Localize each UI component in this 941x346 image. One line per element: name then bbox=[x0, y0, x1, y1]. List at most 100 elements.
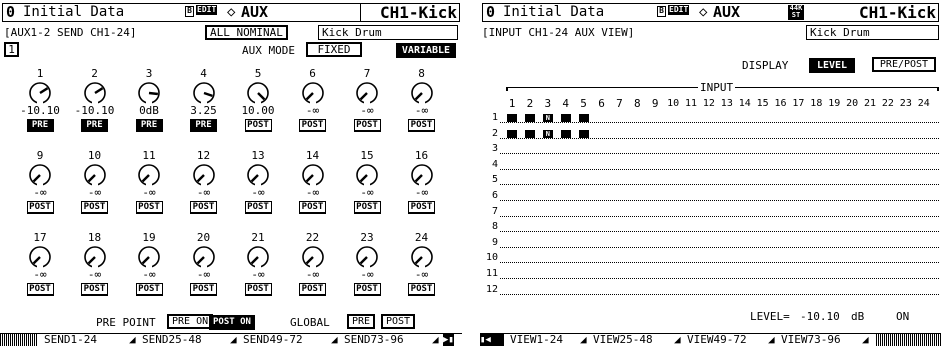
send-level-knob[interactable] bbox=[355, 163, 379, 187]
send-level-knob[interactable] bbox=[137, 163, 161, 187]
aux-row-4: 4 bbox=[491, 158, 498, 170]
send-level-knob[interactable] bbox=[192, 163, 216, 187]
send-level-knob[interactable] bbox=[301, 163, 325, 187]
active-send-cell[interactable] bbox=[578, 114, 589, 122]
active-send-cell[interactable] bbox=[560, 129, 571, 138]
pre-on-button[interactable]: PRE ON bbox=[167, 314, 214, 329]
aux-row-line[interactable] bbox=[500, 221, 939, 233]
display-level-button[interactable]: LEVEL bbox=[809, 58, 855, 73]
send-level-knob[interactable] bbox=[83, 245, 107, 269]
send-level-knob[interactable] bbox=[355, 245, 379, 269]
send-level-knob[interactable] bbox=[355, 81, 379, 105]
pre-post-button[interactable]: POST bbox=[408, 119, 435, 132]
send-level-knob[interactable] bbox=[137, 81, 161, 105]
pre-post-button[interactable]: PRE bbox=[135, 119, 163, 132]
tab-send1-24[interactable]: SEND1-24 bbox=[44, 334, 97, 346]
aux-mode-variable-button[interactable]: VARIABLE bbox=[396, 43, 456, 58]
pre-post-button[interactable]: POST bbox=[299, 283, 326, 296]
tab-send25-48[interactable]: SEND25-48 bbox=[142, 334, 202, 346]
send-level-knob[interactable] bbox=[83, 81, 107, 105]
edit-flag: EDIT bbox=[668, 5, 690, 15]
tab-scroll-left-icon[interactable]: ▮◀ bbox=[480, 334, 504, 346]
aux-row-line[interactable] bbox=[500, 237, 939, 248]
send-level-knob[interactable] bbox=[410, 163, 434, 187]
send-channel-4: 4 3.25 PRE bbox=[180, 68, 228, 132]
aux-mode-fixed-button[interactable]: FIXED bbox=[306, 42, 362, 57]
pre-post-button[interactable]: POST bbox=[135, 283, 163, 296]
display-prepost-button[interactable]: PRE/POST bbox=[872, 57, 936, 72]
aux-row-line[interactable] bbox=[500, 159, 939, 170]
send-level-knob[interactable] bbox=[246, 245, 270, 269]
pre-post-button[interactable]: POST bbox=[26, 201, 54, 214]
pre-post-button[interactable]: POST bbox=[190, 201, 217, 214]
send-level-knob[interactable] bbox=[410, 81, 434, 105]
send-level-knob[interactable] bbox=[246, 163, 270, 187]
channel-name-field[interactable]: Kick Drum bbox=[806, 25, 939, 40]
send-level-knob[interactable] bbox=[28, 245, 52, 269]
all-nominal-button[interactable]: ALL NOMINAL bbox=[205, 25, 288, 40]
send-level-knob[interactable] bbox=[83, 163, 107, 187]
send-level-knob[interactable] bbox=[246, 81, 270, 105]
pre-post-button[interactable]: POST bbox=[353, 201, 381, 214]
aux-row-line[interactable] bbox=[500, 206, 939, 217]
global-pre-button[interactable]: PRE bbox=[347, 314, 376, 329]
pre-post-button[interactable]: POST bbox=[190, 283, 217, 296]
send-level-value: 3.25 bbox=[190, 104, 217, 117]
nominal-send-cell[interactable]: N bbox=[542, 114, 553, 122]
aux-number-selector[interactable]: 1 bbox=[4, 42, 19, 57]
send-level-knob[interactable] bbox=[28, 81, 52, 105]
aux-row-line[interactable] bbox=[500, 190, 939, 201]
nominal-send-cell[interactable]: N bbox=[542, 129, 553, 138]
pre-post-button[interactable]: PRE bbox=[190, 119, 217, 132]
active-send-cell[interactable] bbox=[524, 129, 535, 138]
active-send-cell[interactable] bbox=[507, 129, 517, 138]
send-level-knob[interactable] bbox=[192, 81, 216, 105]
aux-row-line[interactable] bbox=[500, 143, 939, 155]
tab-send49-72[interactable]: SEND49-72 bbox=[243, 334, 303, 346]
pre-post-button[interactable]: POST bbox=[299, 201, 326, 214]
send-level-knob[interactable] bbox=[28, 163, 52, 187]
active-send-cell[interactable] bbox=[560, 114, 571, 122]
send-level-value: -∞ bbox=[414, 268, 429, 281]
send-level-knob[interactable] bbox=[192, 245, 216, 269]
tab-send73-96[interactable]: SEND73-96 bbox=[344, 334, 404, 346]
send-level-knob[interactable] bbox=[301, 81, 325, 105]
active-send-cell[interactable] bbox=[507, 114, 517, 122]
pre-post-button[interactable]: POST bbox=[408, 283, 435, 296]
pre-post-button[interactable]: POST bbox=[244, 201, 272, 214]
active-send-cell[interactable] bbox=[578, 129, 589, 138]
aux-row-line[interactable] bbox=[500, 252, 939, 264]
aux-row-line[interactable] bbox=[500, 174, 939, 186]
send-level-value: -∞ bbox=[142, 186, 156, 199]
pre-post-button[interactable]: POST bbox=[353, 283, 381, 296]
tab-view73-96[interactable]: VIEW73-96 bbox=[781, 334, 841, 346]
tab-scroll-right-icon[interactable]: ▶▮ bbox=[443, 334, 454, 346]
pre-post-button[interactable]: POST bbox=[408, 201, 435, 214]
global-post-button[interactable]: POST bbox=[381, 314, 416, 329]
pre-post-button[interactable]: POST bbox=[244, 283, 272, 296]
aux-send-panel: 0 Initial Data B EDIT ◇ AUX CH1-Kick [AU… bbox=[0, 0, 462, 346]
pre-post-button[interactable]: POST bbox=[81, 201, 108, 214]
pre-post-button[interactable]: PRE bbox=[26, 119, 54, 132]
pre-post-button[interactable]: POST bbox=[244, 119, 272, 132]
send-level-value: -∞ bbox=[33, 186, 47, 199]
tab-view1-24[interactable]: VIEW1-24 bbox=[510, 334, 563, 346]
send-level-knob[interactable] bbox=[137, 245, 161, 269]
send-level-knob[interactable] bbox=[410, 245, 434, 269]
global-label: GLOBAL bbox=[290, 316, 330, 329]
send-level-knob[interactable] bbox=[301, 245, 325, 269]
aux-row-line[interactable] bbox=[500, 284, 939, 295]
pre-post-button[interactable]: POST bbox=[81, 283, 108, 296]
post-on-button[interactable]: POST ON bbox=[209, 315, 255, 330]
tab-view25-48[interactable]: VIEW25-48 bbox=[593, 334, 653, 346]
pre-post-button[interactable]: PRE bbox=[81, 119, 108, 132]
send-channel-18: 18 -∞ POST bbox=[71, 232, 119, 296]
aux-row-line[interactable] bbox=[500, 268, 939, 279]
pre-post-button[interactable]: POST bbox=[353, 119, 381, 132]
tab-view49-72[interactable]: VIEW49-72 bbox=[687, 334, 747, 346]
pre-post-button[interactable]: POST bbox=[26, 283, 54, 296]
channel-name-field[interactable]: Kick Drum bbox=[318, 25, 458, 40]
pre-post-button[interactable]: POST bbox=[135, 201, 163, 214]
active-send-cell[interactable] bbox=[524, 114, 535, 122]
pre-post-button[interactable]: POST bbox=[299, 119, 326, 132]
